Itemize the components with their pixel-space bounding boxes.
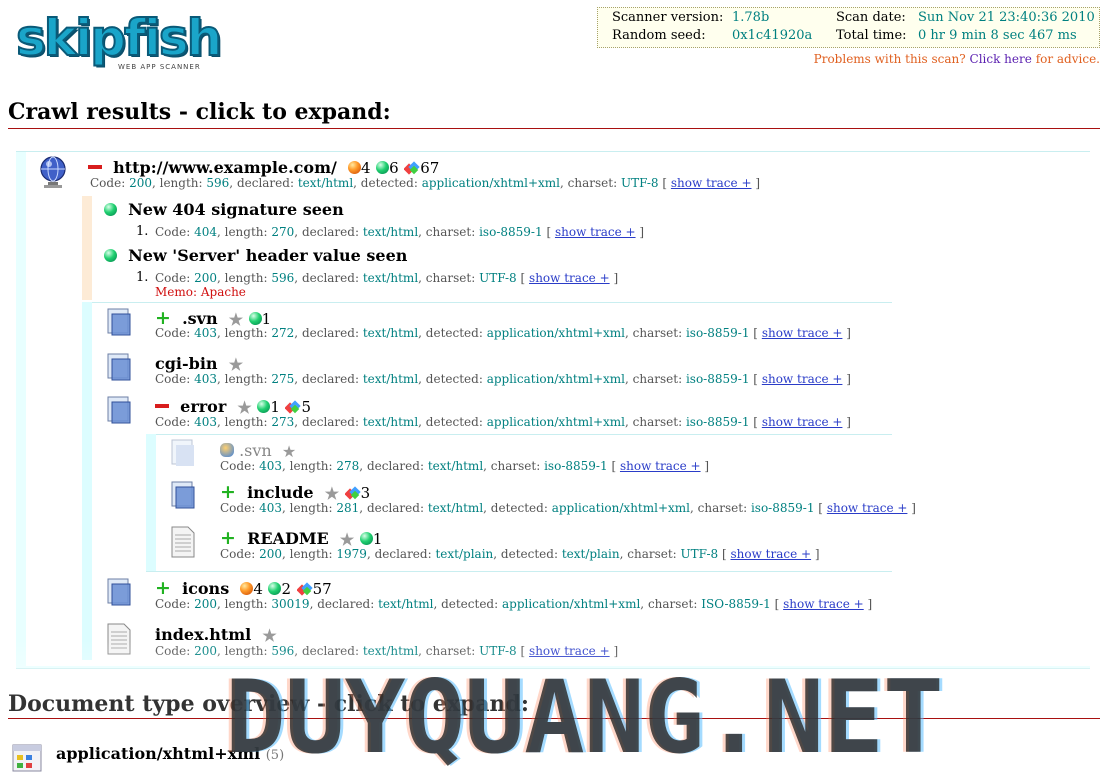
error-child-include-row[interactable]: + include ★ 3 [220, 483, 370, 504]
expand-icon[interactable]: + [155, 309, 171, 328]
child-meta: Code: 403, length: 278, declared: text/h… [220, 459, 710, 473]
total-time-label: Total time: [836, 28, 907, 43]
children-panel-bar [82, 302, 92, 660]
show-trace-link[interactable]: show trace + [762, 372, 843, 386]
issue-index: 1. [136, 270, 149, 285]
green-issue-icon [104, 203, 117, 216]
child-meta: Code: 200, length: 1979, declared: text/… [220, 547, 820, 561]
child-meta: Code: 200, length: 30019, declared: text… [155, 597, 873, 611]
show-trace-link[interactable]: show trace + [555, 225, 636, 239]
show-trace-link[interactable]: show trace + [671, 176, 752, 190]
multi-issue-icon [285, 400, 302, 414]
issue-meta: Code: 200, length: 596, declared: text/h… [155, 271, 619, 285]
multi-issue-icon [344, 486, 361, 500]
expand-icon[interactable]: + [220, 529, 236, 548]
watermark: DUYQUANG.NET [225, 658, 944, 776]
collapse-icon[interactable] [155, 404, 169, 408]
window-icon [12, 744, 42, 776]
folder-page-icon [106, 307, 132, 341]
text-file-icon [170, 526, 196, 562]
error-child-readme-row[interactable]: + README ★ 1 [220, 529, 382, 550]
child-meta: Code: 403, length: 272, declared: text/h… [155, 326, 851, 340]
show-trace-link[interactable]: show trace + [783, 597, 864, 611]
skipfish-logo: skipfish WEB APP SCANNER [14, 8, 223, 74]
issue-index: 1. [136, 224, 149, 239]
folder-page-icon [106, 352, 132, 386]
issue-meta: Code: 404, length: 270, declared: text/h… [155, 225, 645, 239]
green-issue-icon [257, 400, 271, 413]
expand-icon[interactable]: + [155, 579, 171, 598]
scan-date: Sun Nov 21 23:40:36 2010 [918, 10, 1095, 25]
root-meta: Code: 200, length: 596, declared: text/h… [90, 176, 761, 190]
root-url[interactable]: http://www.example.com/ [113, 158, 337, 177]
multi-issue-icon [296, 582, 313, 596]
show-trace-link[interactable]: show trace + [620, 459, 701, 473]
orange-issue-icon [240, 582, 254, 595]
folder-page-icon [170, 480, 196, 514]
logo-subtitle: WEB APP SCANNER [118, 63, 201, 71]
folder-page-icon [106, 395, 132, 429]
expand-icon[interactable]: + [220, 483, 236, 502]
green-count: 6 [389, 159, 399, 177]
issue-title[interactable]: New 404 signature seen [104, 200, 344, 219]
error-child-svn-row[interactable]: .svn ★ [220, 441, 296, 461]
orange-count: 4 [360, 159, 371, 177]
show-trace-link[interactable]: show trace + [529, 271, 610, 285]
issues-panel-bar [82, 196, 92, 300]
green-issue-icon [104, 249, 117, 262]
child-meta: Code: 403, length: 275, declared: text/h… [155, 372, 851, 386]
scanner-version-label: Scanner version: [612, 10, 724, 25]
click-here-link[interactable]: Click here [970, 52, 1032, 66]
green-issue-icon [268, 582, 282, 595]
problems-suffix: for advice. [1035, 52, 1100, 66]
green-issue-icon [248, 312, 262, 325]
show-trace-link[interactable]: show trace + [730, 547, 811, 561]
child-meta: Code: 403, length: 281, declared: text/h… [220, 501, 916, 515]
child-meta: Code: 403, length: 273, declared: text/h… [155, 415, 851, 429]
collapse-icon[interactable] [88, 165, 102, 169]
crawl-results-heading[interactable]: Crawl results - click to expand: [8, 99, 391, 125]
total-time: 0 hr 9 min 8 sec 467 ms [918, 28, 1077, 43]
child-icons-row[interactable]: + icons 4 2 57 [155, 579, 332, 599]
show-trace-link[interactable]: show trace + [762, 415, 843, 429]
heading-rule [8, 128, 1100, 129]
problems-notice: Problems with this scan? Click here for … [814, 52, 1100, 66]
orange-issue-icon [347, 161, 361, 174]
random-seed: 0x1c41920a [732, 28, 813, 43]
issue-title[interactable]: New 'Server' header value seen [104, 246, 407, 265]
folder-page-icon [106, 577, 132, 611]
user-icon [220, 443, 234, 457]
memo-text: Memo: Apache [155, 285, 246, 299]
scanner-version: 1.78b [732, 10, 770, 25]
scan-info-box: Scanner version: 1.78b Random seed: 0x1c… [597, 7, 1100, 48]
green-issue-icon [359, 532, 373, 545]
show-trace-link[interactable]: show trace + [762, 326, 843, 340]
random-seed-label: Random seed: [612, 28, 706, 43]
problems-prefix: Problems with this scan? [813, 52, 966, 66]
scan-date-label: Scan date: [836, 10, 906, 25]
root-row[interactable]: http://www.example.com/ 4 6 67 [88, 158, 439, 177]
multi-count: 67 [420, 159, 440, 177]
green-issue-icon [376, 161, 390, 174]
child-cgi-bin-row[interactable]: cgi-bin ★ [155, 354, 243, 374]
globe-icon [38, 155, 68, 193]
folder-page-icon [170, 438, 196, 472]
multi-issue-icon [404, 161, 420, 175]
show-trace-link[interactable]: show trace + [827, 501, 908, 515]
logo-text: skipfish [15, 9, 223, 67]
child-error-row[interactable]: error ★ 1 5 [155, 397, 311, 417]
error-children-bar [146, 434, 156, 571]
